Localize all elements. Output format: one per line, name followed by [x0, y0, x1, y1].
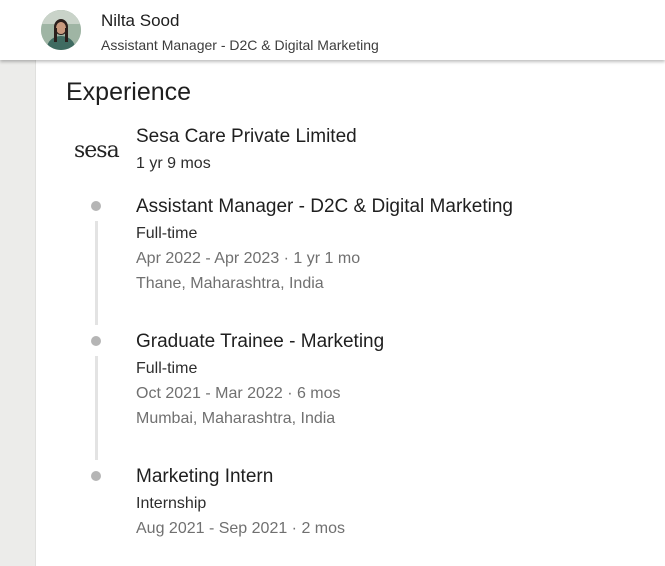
timeline-line — [94, 221, 98, 325]
sticky-profile-header: Nilta Sood Assistant Manager - D2C & Dig… — [0, 0, 665, 60]
timeline-line — [94, 356, 98, 460]
timeline-dot — [91, 471, 101, 481]
role-employment-type: Full-time — [136, 225, 198, 242]
role-employment-type: Full-time — [136, 360, 198, 377]
timeline-dot — [91, 201, 101, 211]
role-title[interactable]: Assistant Manager - D2C & Digital Market… — [136, 196, 513, 218]
role-location: Thane, Maharashtra, India — [136, 275, 324, 292]
role-title[interactable]: Marketing Intern — [136, 466, 273, 488]
company-total-duration: 1 yr 9 mos — [136, 155, 211, 172]
avatar-photo — [41, 10, 81, 50]
page-left-gutter — [0, 60, 36, 566]
profile-headline: Assistant Manager - D2C & Digital Market… — [101, 37, 379, 53]
role-dates: Apr 2022 - Apr 2023 · 1 yr 1 mo — [136, 250, 361, 267]
role-location: Mumbai, Maharashtra, India — [136, 410, 336, 427]
timeline-dot — [91, 336, 101, 346]
role-title[interactable]: Graduate Trainee - Marketing — [136, 331, 384, 353]
company-name[interactable]: Sesa Care Private Limited — [136, 126, 357, 148]
profile-avatar[interactable] — [41, 10, 81, 50]
role-dates: Aug 2021 - Sep 2021 · 2 mos — [136, 520, 346, 537]
role-dates: Oct 2021 - Mar 2022 · 6 mos — [136, 385, 341, 402]
experience-section-title: Experience — [66, 78, 192, 106]
role-employment-type: Internship — [136, 495, 207, 512]
profile-name[interactable]: Nilta Sood — [101, 11, 179, 31]
company-logo[interactable]: sesa — [74, 138, 120, 163]
